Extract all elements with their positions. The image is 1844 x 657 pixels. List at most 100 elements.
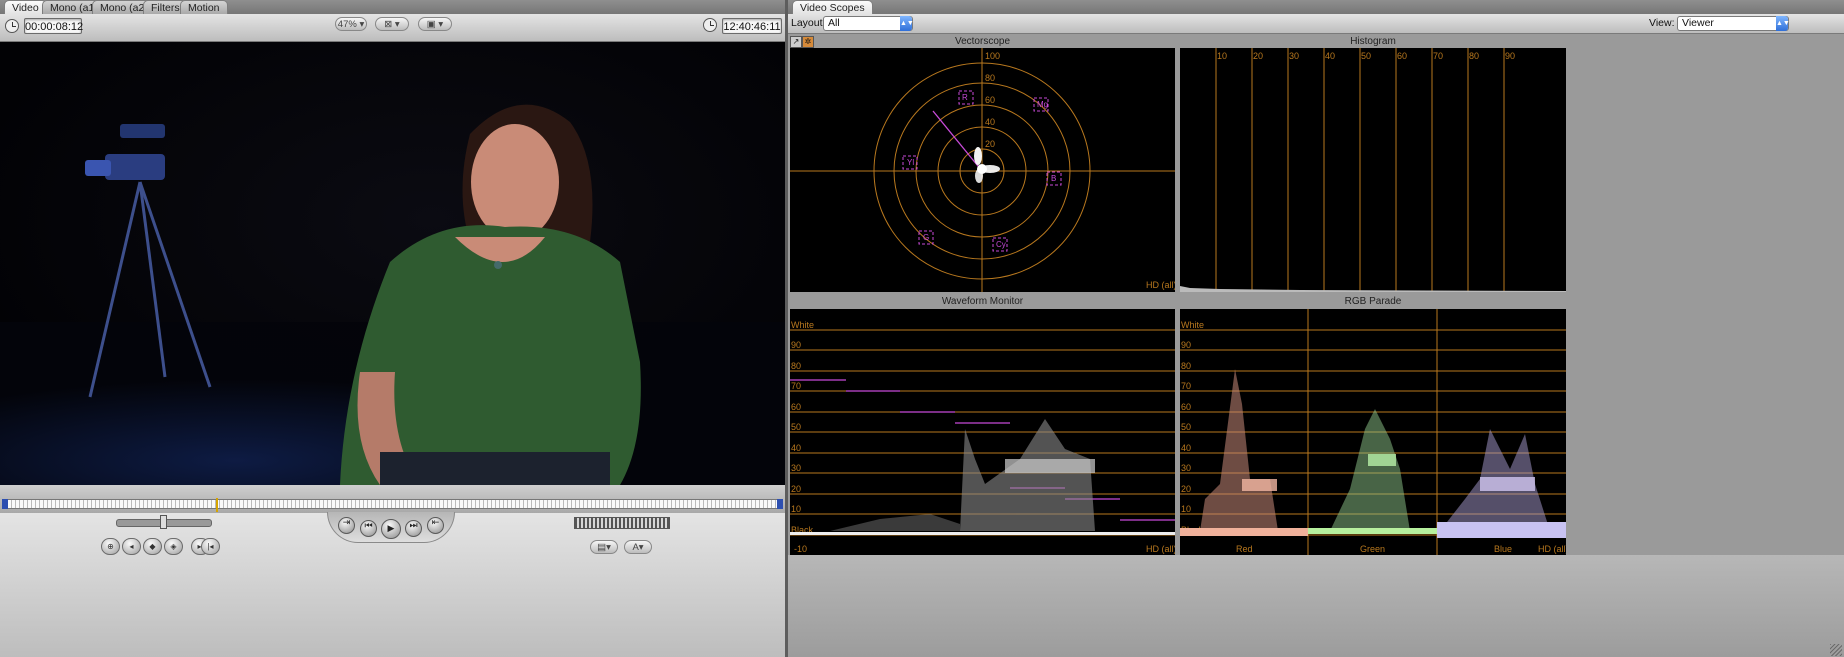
play-around-current-button[interactable]: ⇤ (427, 517, 444, 534)
parade-scale-label: 20 (1181, 484, 1191, 494)
waveform-scale-label: 20 (791, 484, 801, 494)
tab-video[interactable]: Video (4, 0, 47, 14)
previous-edit-icon: ⏮ (364, 520, 373, 530)
current-clock-icon (703, 18, 717, 32)
playhead-sync-icon: ▣ (426, 19, 436, 30)
waveform-scale-label: 50 (791, 422, 801, 432)
vectorscope-graph: 20 40 60 80 100 R Mg B Cy G Yl HD (all) (790, 48, 1177, 292)
waveform-scale-label: 70 (791, 381, 801, 391)
parade-channel-green: Green (1360, 544, 1385, 554)
parade-scale-label: 50 (1181, 422, 1191, 432)
vector-target-label: G (923, 233, 929, 242)
scrubber-bar[interactable] (0, 485, 785, 513)
vector-target-label: Cy (996, 240, 1006, 249)
waveform-scale-label: 60 (791, 402, 801, 412)
next-edit-icon: ⏭ (409, 520, 418, 530)
generator-popup[interactable]: A▾ (624, 540, 652, 554)
previous-edit-button[interactable]: ⏮ (360, 520, 377, 537)
vector-target-label: B (1051, 174, 1056, 183)
histogram-scale-label: 10 (1217, 51, 1227, 61)
vectorscope-panel: 20 40 60 80 100 R Mg B Cy G Yl HD (all) (790, 48, 1177, 292)
waveform-scale-label: 90 (791, 340, 801, 350)
histogram-graph: 10 20 30 40 50 60 70 80 90 (1180, 48, 1566, 292)
recent-clips-icon: ▤ (597, 542, 607, 553)
video-image (0, 42, 785, 485)
waveform-graph: White 90 80 70 60 50 40 30 20 10 Black -… (790, 320, 1177, 554)
out-point-marker[interactable] (777, 499, 783, 509)
parade-blue-trace (1437, 429, 1566, 538)
parade-channel-red: Red (1236, 544, 1253, 554)
next-edit-button[interactable]: ⏭ (405, 520, 422, 537)
layout-label: Layout: (791, 17, 826, 29)
parade-scale-label: 30 (1181, 463, 1191, 473)
rgb-parade-graph: White 90 80 70 60 50 40 30 20 10 Black R… (1180, 309, 1569, 555)
scopes-tabbar (788, 0, 1844, 14)
scopes-bottom-bar (788, 555, 1844, 657)
play-button[interactable]: ▶ (381, 519, 401, 539)
duration-clock-icon (5, 19, 19, 33)
mark-clip-button[interactable]: ◂ (122, 538, 141, 555)
histogram-panel: 10 20 30 40 50 60 70 80 90 (1180, 48, 1566, 292)
video-frame (0, 42, 785, 485)
histogram-scale-label: 60 (1397, 51, 1407, 61)
play-in-to-out-button[interactable]: ⇥ (338, 517, 355, 534)
parade-scale-label: 10 (1181, 504, 1191, 514)
updown-arrows-icon: ▲▼ (900, 16, 914, 31)
in-point-marker[interactable] (2, 499, 8, 509)
view-select[interactable]: Viewer ▲▼ (1677, 16, 1790, 31)
play-around-icon: ⇤ (431, 517, 440, 527)
layout-select[interactable]: All ▲▼ (823, 16, 914, 31)
histogram-scale-label: 80 (1469, 51, 1479, 61)
playhead[interactable] (216, 498, 218, 512)
zoom-value: 47% (337, 19, 357, 30)
jog-wheel[interactable] (574, 517, 670, 529)
current-timecode-field[interactable]: 12:40:46:11 (722, 18, 782, 34)
video-scopes-window: Video Scopes Layout: All ▲▼ View: Viewer ▲… (788, 0, 1844, 657)
waveform-panel: White 90 80 70 60 50 40 30 20 10 Black -… (790, 309, 1177, 555)
histogram-scale-label: 50 (1361, 51, 1371, 61)
view-options-popup[interactable]: ⊠ ▾ (375, 17, 409, 31)
recent-clips-popup[interactable]: ▤▾ (590, 540, 618, 554)
duration-timecode-field[interactable]: 00:00:08:12 (24, 18, 83, 34)
vector-target-label: Yl (907, 158, 914, 167)
scrubber-track[interactable] (6, 499, 779, 509)
playhead-sync-popup[interactable]: ▣ ▾ (418, 17, 452, 31)
chevron-down-icon: ▾ (359, 19, 365, 30)
parade-footer: HD (all) (1538, 544, 1566, 554)
play-icon: ▶ (387, 523, 395, 533)
play-in-to-out-icon: ⇥ (342, 517, 351, 527)
vector-ring-label: 40 (985, 117, 995, 127)
add-marker-button[interactable]: ◆ (143, 538, 162, 555)
histogram-scale-label: 90 (1505, 51, 1515, 61)
waveform-title: Waveform Monitor (941, 296, 1024, 307)
mark-clip-icon: ◂ (129, 542, 134, 551)
waveform-scale-label: 30 (791, 463, 801, 473)
view-label: View: (1649, 17, 1675, 29)
view-value: Viewer (1682, 17, 1714, 29)
histogram-scale-label: 30 (1289, 51, 1299, 61)
tab-video-scopes[interactable]: Video Scopes (792, 0, 873, 14)
generator-icon: A (632, 542, 639, 553)
vector-ring-label: 80 (985, 73, 995, 83)
resize-grip-icon[interactable] (1830, 644, 1842, 656)
parade-scale-label: 80 (1181, 361, 1191, 371)
marker-icon: ◆ (149, 542, 156, 551)
rgb-parade-title: RGB Parade (1344, 296, 1402, 307)
keyframe-icon: ◈ (170, 542, 177, 551)
mark-out-button[interactable]: |◂ (201, 538, 220, 555)
zoom-popup[interactable]: 47% ▾ (335, 17, 367, 31)
histogram-scale-label: 40 (1325, 51, 1335, 61)
vector-target-label: Mg (1037, 100, 1048, 109)
shuttle-thumb[interactable] (160, 515, 167, 529)
histogram-title: Histogram (1350, 36, 1396, 47)
tab-motion[interactable]: Motion (180, 0, 228, 14)
histogram-scale-label: 20 (1253, 51, 1263, 61)
waveform-scale-label: 10 (791, 504, 801, 514)
vectorscope-title: Vectorscope (954, 36, 1011, 47)
match-frame-icon: ⊕ (107, 542, 114, 551)
parade-channel-blue: Blue (1494, 544, 1512, 554)
waveform-footer: HD (all) (1146, 544, 1175, 554)
add-keyframe-button[interactable]: ◈ (164, 538, 183, 555)
vector-target-label: R (962, 93, 968, 102)
match-frame-button[interactable]: ⊕ (101, 538, 120, 555)
